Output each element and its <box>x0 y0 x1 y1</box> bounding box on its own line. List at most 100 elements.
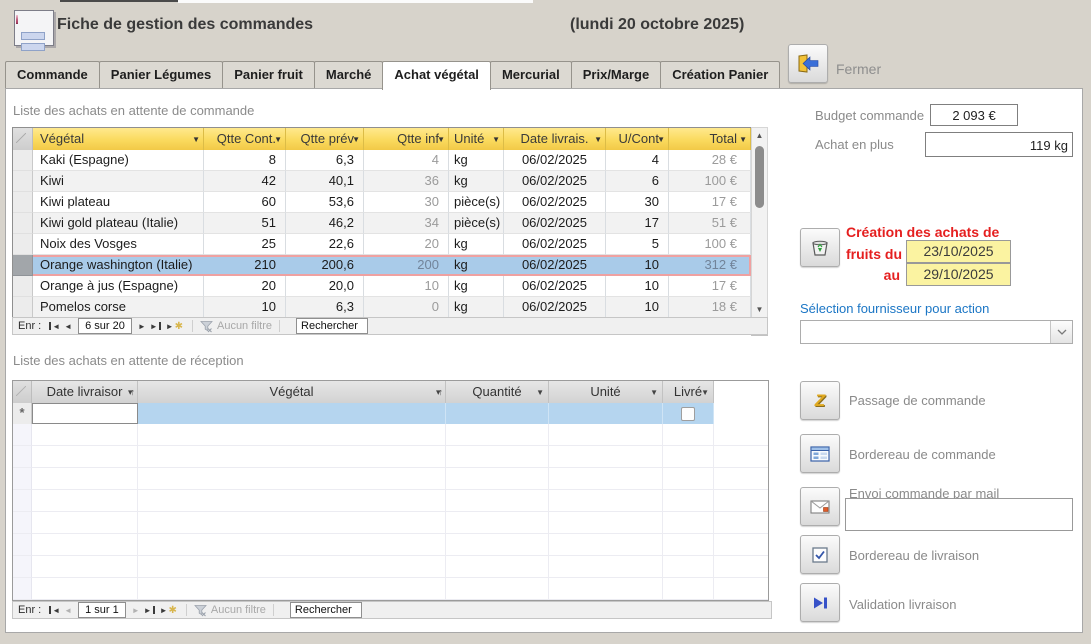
scroll-up-icon[interactable]: ▲ <box>752 131 767 140</box>
table-cell[interactable]: 20 <box>204 276 286 297</box>
send-order-mail-button[interactable] <box>800 487 840 526</box>
row-selector[interactable] <box>13 297 33 318</box>
tab-commande[interactable]: Commande <box>5 61 100 88</box>
vegetal-cell[interactable] <box>138 403 446 424</box>
search-input[interactable]: Rechercher <box>290 602 362 618</box>
table-cell[interactable]: 5 <box>606 234 669 255</box>
table-cell[interactable]: 10 <box>364 276 449 297</box>
record-position[interactable]: 1 sur 1 <box>78 602 126 618</box>
table-cell[interactable]: 30 <box>606 192 669 213</box>
table-cell[interactable]: 06/02/2025 <box>504 276 606 297</box>
table-cell[interactable]: 46,2 <box>286 213 364 234</box>
dropdown-icon[interactable]: ▼ <box>701 382 709 404</box>
column-header-date-livraison[interactable]: Date livraisor▾↑ <box>32 381 138 403</box>
table-row[interactable]: Kiwi plateau6053,630pièce(s)06/02/202530… <box>13 192 751 213</box>
table-cell[interactable]: 210 <box>204 255 286 276</box>
column-header-unite[interactable]: Unité▼ <box>449 128 504 150</box>
table-cell[interactable]: 51 € <box>669 213 751 234</box>
table-cell[interactable]: 51 <box>204 213 286 234</box>
supplier-combobox[interactable] <box>800 320 1073 344</box>
tab-panier-fruit[interactable]: Panier fruit <box>222 61 315 88</box>
table-row[interactable]: Orange washington (Italie)210200,6200kg0… <box>13 255 751 276</box>
delivery-slip-button[interactable] <box>800 535 840 574</box>
table-cell[interactable]: 06/02/2025 <box>504 297 606 318</box>
table-cell[interactable]: 53,6 <box>286 192 364 213</box>
search-input[interactable]: Rechercher <box>296 318 368 334</box>
budget-value-field[interactable]: 2 093 € <box>930 104 1018 126</box>
first-record-button[interactable]: ◄ <box>48 606 60 615</box>
tab-achat-v-g-tal[interactable]: Achat végétal <box>382 61 491 90</box>
record-position[interactable]: 6 sur 20 <box>78 318 132 334</box>
extra-purchase-field[interactable]: 119 kg <box>925 132 1073 157</box>
table-cell[interactable]: Kiwi <box>33 171 204 192</box>
table-cell[interactable]: 4 <box>606 150 669 171</box>
dropdown-icon[interactable]: ▼ <box>274 129 282 151</box>
table-row[interactable]: Kiwi4240,136kg06/02/20256100 € <box>13 171 751 192</box>
column-header-u-cont[interactable]: U/Cont▼ <box>606 128 669 150</box>
dropdown-icon[interactable]: ▼ <box>657 129 665 151</box>
last-record-button[interactable]: ► <box>150 322 162 331</box>
table-cell[interactable]: 06/02/2025 <box>504 234 606 255</box>
table-cell[interactable]: 200 <box>364 255 449 276</box>
tab-panier-l-gumes[interactable]: Panier Légumes <box>99 61 223 88</box>
dropdown-icon[interactable]: ▼ <box>492 129 500 151</box>
livre-cell[interactable] <box>663 403 714 424</box>
new-record-button[interactable]: ►✱ <box>160 605 177 616</box>
table-cell[interactable]: kg <box>449 150 504 171</box>
tab-mercurial[interactable]: Mercurial <box>490 61 572 88</box>
row-selector[interactable] <box>13 255 33 276</box>
column-header-qtte-prev[interactable]: Qtte prév▼ <box>286 128 364 150</box>
table-cell[interactable]: pièce(s) <box>449 192 504 213</box>
table-cell[interactable]: 36 <box>364 171 449 192</box>
combobox-drop-button[interactable] <box>1050 321 1072 343</box>
column-header-total[interactable]: Total▼ <box>669 128 751 150</box>
new-record-row[interactable]: * <box>13 403 768 424</box>
new-record-selector[interactable]: * <box>13 403 32 424</box>
livre-checkbox[interactable] <box>681 407 695 421</box>
scroll-down-icon[interactable]: ▼ <box>752 305 767 314</box>
column-header-vegetal[interactable]: Végétal▼ <box>33 128 204 150</box>
column-header-qtte-cont[interactable]: Qtte Cont.▼ <box>204 128 286 150</box>
table-cell[interactable]: 100 € <box>669 171 751 192</box>
filter-status[interactable]: Aucun filtre <box>211 604 266 616</box>
table-cell[interactable]: 30 <box>364 192 449 213</box>
table-cell[interactable]: kg <box>449 171 504 192</box>
table-cell[interactable]: kg <box>449 297 504 318</box>
table-cell[interactable]: 06/02/2025 <box>504 150 606 171</box>
table-cell[interactable]: 06/02/2025 <box>504 171 606 192</box>
previous-record-button[interactable]: ◄ <box>64 606 72 615</box>
table-cell[interactable]: 17 € <box>669 192 751 213</box>
table-cell[interactable]: kg <box>449 234 504 255</box>
create-purchases-button[interactable] <box>800 228 840 267</box>
table-row[interactable]: Orange à jus (Espagne)2020,010kg06/02/20… <box>13 276 751 297</box>
table-cell[interactable]: 10 <box>606 276 669 297</box>
table-cell[interactable]: 6 <box>606 171 669 192</box>
date-livraison-edit-cell[interactable] <box>32 403 138 424</box>
table-row[interactable]: Kaki (Espagne)86,34kg06/02/2025428 € <box>13 150 751 171</box>
table-cell[interactable]: Orange à jus (Espagne) <box>33 276 204 297</box>
column-header-vegetal[interactable]: Végétal▾↑ <box>138 381 446 403</box>
table-cell[interactable]: Kiwi plateau <box>33 192 204 213</box>
row-selector[interactable] <box>13 213 33 234</box>
column-header-unite[interactable]: Unité▼ <box>549 381 663 403</box>
table-cell[interactable]: 20 <box>364 234 449 255</box>
column-header-quantite[interactable]: Quantité▼ <box>446 381 549 403</box>
date-to-field[interactable]: 29/10/2025 <box>906 263 1011 286</box>
table-cell[interactable]: 18 € <box>669 297 751 318</box>
mail-address-input[interactable] <box>845 498 1073 531</box>
dropdown-icon[interactable]: ▼ <box>594 129 602 151</box>
table-cell[interactable]: 17 € <box>669 276 751 297</box>
sort-dropdown-icon[interactable]: ▾↑ <box>436 381 441 403</box>
select-all-corner[interactable] <box>13 381 32 403</box>
dropdown-icon[interactable]: ▼ <box>536 382 544 404</box>
table-cell[interactable]: 06/02/2025 <box>504 255 606 276</box>
table-cell[interactable]: 42 <box>204 171 286 192</box>
table-cell[interactable]: 22,6 <box>286 234 364 255</box>
table-cell[interactable]: 10 <box>204 297 286 318</box>
filter-status[interactable]: Aucun filtre <box>217 320 272 332</box>
table-cell[interactable]: 60 <box>204 192 286 213</box>
table-cell[interactable]: 6,3 <box>286 297 364 318</box>
orders-table-scrollbar[interactable]: ▲ ▼ <box>751 127 768 318</box>
table-cell[interactable]: 312 € <box>669 255 751 276</box>
row-selector[interactable] <box>13 276 33 297</box>
